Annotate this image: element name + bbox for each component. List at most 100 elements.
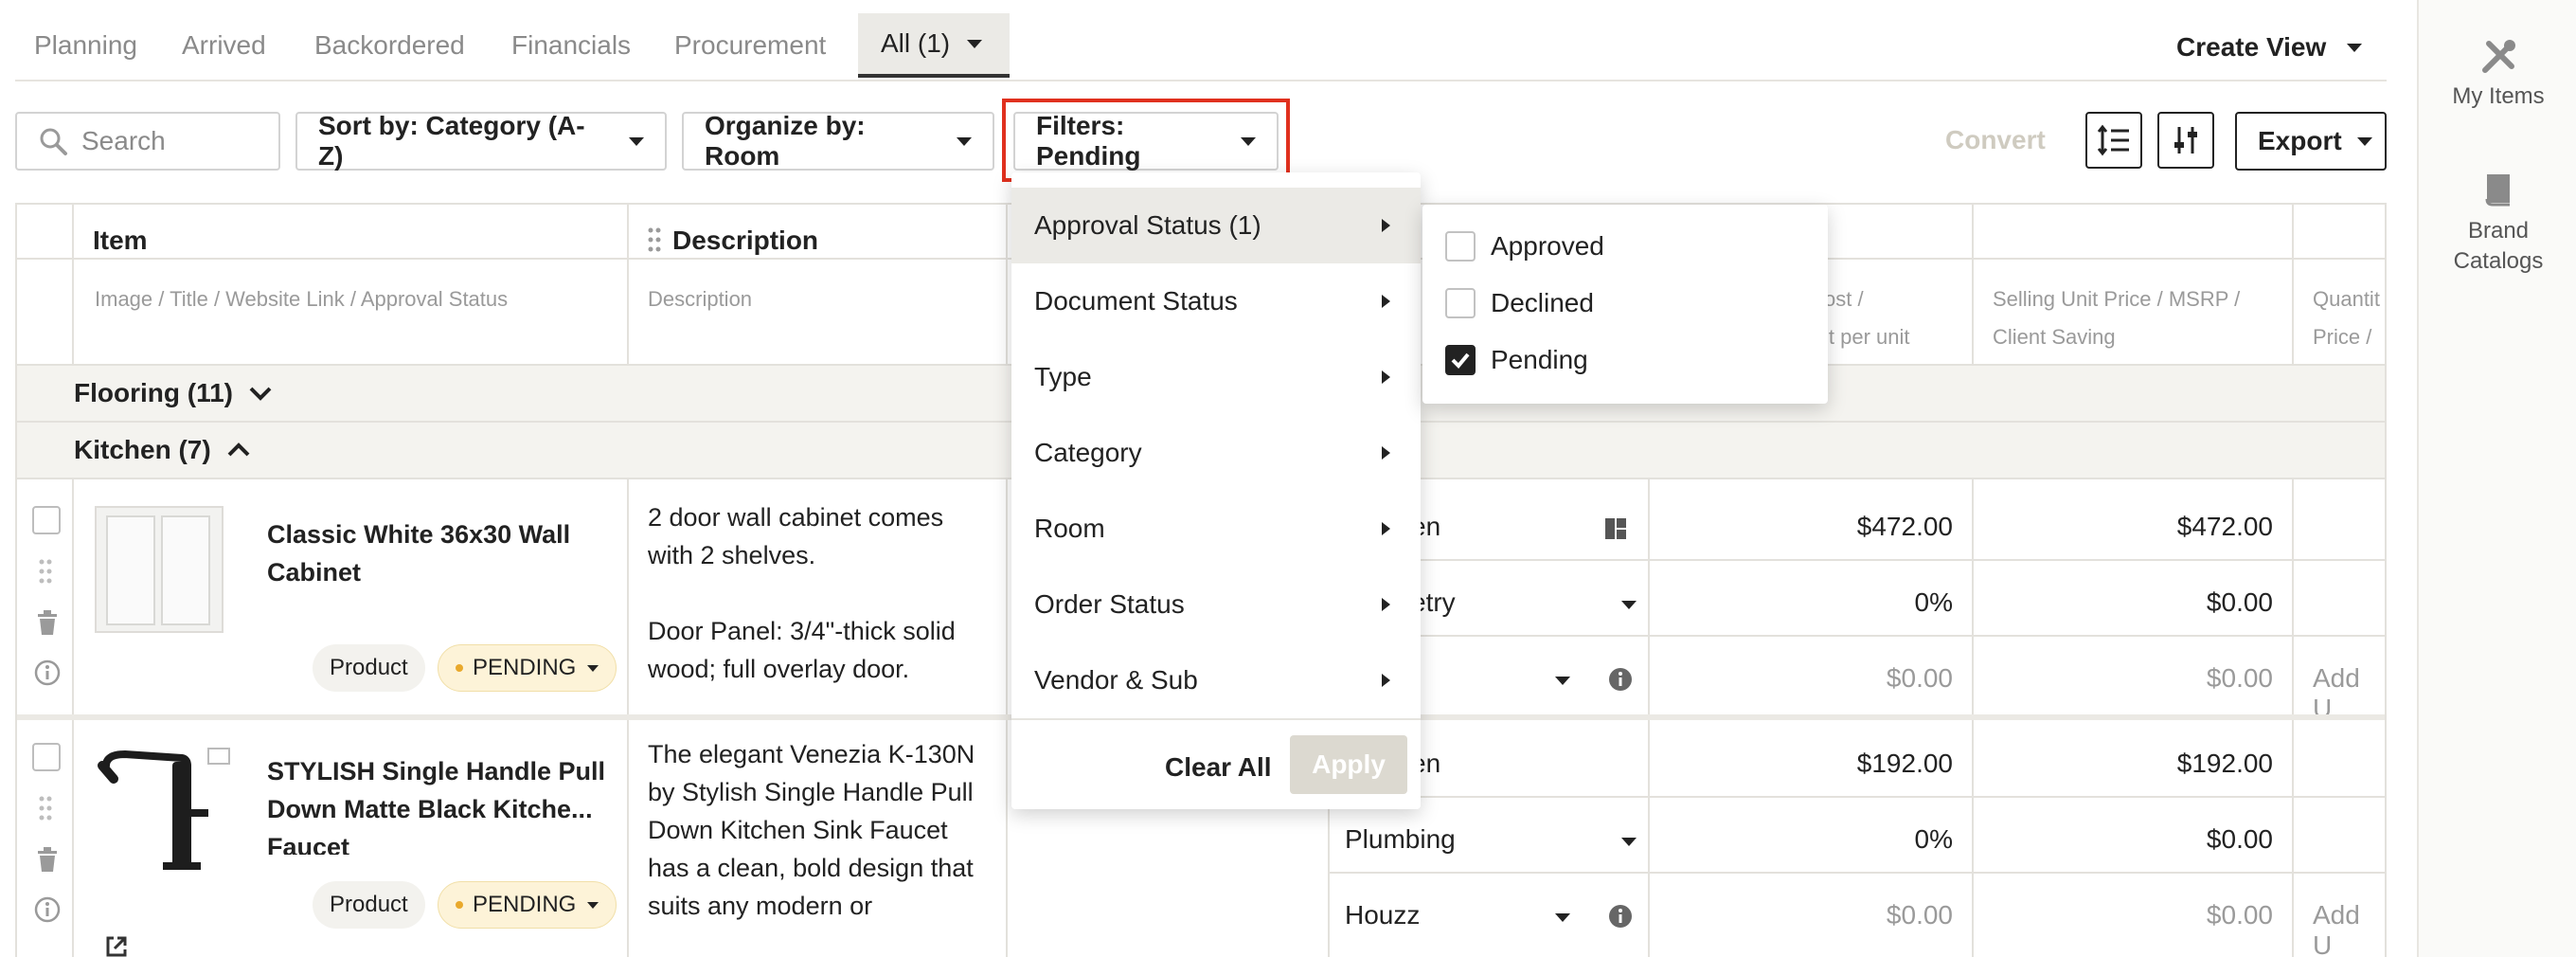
product-image[interactable] <box>97 741 239 883</box>
tab-planning[interactable]: Planning <box>34 13 137 78</box>
export-button[interactable]: Export <box>2235 112 2387 171</box>
search-icon <box>40 128 67 155</box>
selling-price-cell: $472.00 <box>2176 512 2273 541</box>
book-icon <box>2485 174 2510 207</box>
item-title-line1[interactable]: STYLISH Single Handle Pull <box>267 752 605 790</box>
tab-all[interactable]: All (1) <box>858 13 1010 78</box>
row-checkbox[interactable] <box>32 743 61 771</box>
my-items-button[interactable]: My Items <box>2419 38 2576 110</box>
filters-menu: Approval Status (1) Document Status Type… <box>1011 172 1421 809</box>
trash-icon[interactable] <box>36 610 59 640</box>
checkbox[interactable] <box>1445 288 1476 318</box>
chevron-down-icon <box>587 664 599 672</box>
external-link-icon[interactable] <box>104 934 129 957</box>
info-icon[interactable] <box>1608 904 1633 933</box>
brand-catalogs-label-1: Brand <box>2467 218 2530 244</box>
add-unit-link[interactable]: Add U <box>2313 900 2385 957</box>
chevron-down-icon[interactable] <box>1555 677 1570 685</box>
chevron-down-icon <box>967 39 983 48</box>
column-settings-button[interactable] <box>2157 112 2214 169</box>
description-line: Down Kitchen Sink Faucet <box>648 816 948 844</box>
menu-item-vendor-sub[interactable]: Vendor & Sub <box>1011 642 1421 718</box>
search-input[interactable]: Search <box>15 112 280 171</box>
chevron-right-icon <box>1382 674 1390 687</box>
chevron-down-icon <box>629 136 644 146</box>
tab-arrived[interactable]: Arrived <box>182 13 266 78</box>
type-badge: Product <box>313 881 425 929</box>
item-title-line1[interactable]: Classic White 36x30 Wall <box>267 515 570 553</box>
markup-cell[interactable]: 0% <box>1669 824 1953 855</box>
menu-item-label: Order Status <box>1034 589 1185 619</box>
item-title-line2[interactable]: Down Matte Black Kitche... <box>267 790 593 828</box>
subheader-qty-2: Price / <box>2313 325 2372 349</box>
option-label: Approved <box>1491 231 1604 261</box>
cost-cell: $192.00 <box>1856 749 1953 778</box>
drag-handle-icon[interactable] <box>38 559 53 588</box>
tabs-divider <box>15 80 2387 81</box>
header-item: Item <box>93 226 148 255</box>
line-spacing-icon <box>2097 124 2129 156</box>
option-label: Declined <box>1491 288 1594 317</box>
row-checkbox[interactable] <box>32 506 61 534</box>
menu-item-type[interactable]: Type <box>1011 339 1421 415</box>
markup-cell[interactable]: 0% <box>1669 587 1953 618</box>
subheader-description: Description <box>648 287 753 311</box>
option-declined[interactable]: Declined <box>1445 284 1594 322</box>
info-icon[interactable] <box>1608 667 1633 696</box>
status-badge[interactable]: PENDING <box>438 881 617 929</box>
description-line: Door Panel: 3/4"-thick solid <box>648 617 956 645</box>
grid-icon[interactable] <box>1604 517 1627 545</box>
trash-icon[interactable] <box>36 847 59 876</box>
menu-item-room[interactable]: Room <box>1011 491 1421 567</box>
subheader-cost-1: ost / <box>1824 287 1864 311</box>
item-title-line2[interactable]: Cabinet <box>267 553 361 591</box>
status-badge[interactable]: PENDING <box>438 644 617 692</box>
subheader-cost-2: it per unit <box>1824 325 1910 349</box>
category-cell[interactable]: Plumbing <box>1345 824 1456 855</box>
row-height-button[interactable] <box>2085 112 2142 169</box>
menu-divider <box>1011 718 1421 720</box>
checkbox-checked[interactable] <box>1445 345 1476 375</box>
checkbox[interactable] <box>1445 231 1476 262</box>
create-view-label: Create View <box>2176 32 2327 62</box>
drag-handle-icon[interactable] <box>38 796 53 825</box>
menu-item-label: Room <box>1034 514 1105 543</box>
description-line: suits any modern or <box>648 892 873 920</box>
chevron-down-icon[interactable] <box>1555 913 1570 922</box>
info-icon[interactable] <box>34 659 61 691</box>
chevron-right-icon <box>1382 295 1390 308</box>
menu-item-order-status[interactable]: Order Status <box>1011 567 1421 642</box>
option-approved[interactable]: Approved <box>1445 227 1604 265</box>
check-icon <box>1451 352 1470 369</box>
create-view-button[interactable]: Create View <box>2176 25 2363 70</box>
product-image[interactable] <box>95 506 224 633</box>
chevron-down-icon[interactable] <box>248 385 273 402</box>
brand-catalogs-button[interactable]: Brand Catalogs <box>2419 171 2576 277</box>
info-icon[interactable] <box>34 896 61 928</box>
chevron-down-icon[interactable] <box>1621 838 1637 846</box>
chevron-up-icon[interactable] <box>226 442 251 459</box>
chevron-right-icon <box>1382 370 1390 384</box>
tab-financials[interactable]: Financials <box>511 13 631 78</box>
apply-button[interactable]: Apply <box>1290 735 1407 794</box>
item-title-line3[interactable]: Faucet <box>267 828 349 855</box>
tab-backordered[interactable]: Backordered <box>314 13 465 78</box>
sort-dropdown[interactable]: Sort by: Category (A-Z) <box>295 111 667 171</box>
organize-label: Organize by: Room <box>705 111 866 171</box>
tab-procurement[interactable]: Procurement <box>674 13 826 78</box>
vendor-select[interactable]: Houzz <box>1345 900 1420 930</box>
drag-handle-icon[interactable] <box>648 227 661 257</box>
menu-item-category[interactable]: Category <box>1011 415 1421 491</box>
clear-all-button[interactable]: Clear All <box>1165 752 1272 783</box>
option-pending[interactable]: Pending <box>1445 341 1588 379</box>
menu-item-label: Vendor & Sub <box>1034 665 1198 695</box>
chevron-down-icon[interactable] <box>1621 601 1637 609</box>
convert-button[interactable]: Convert <box>1945 125 2046 155</box>
organize-dropdown[interactable]: Organize by: Room <box>682 111 994 171</box>
chevron-right-icon <box>1382 446 1390 460</box>
menu-item-approval-status[interactable]: Approval Status (1) <box>1011 188 1421 263</box>
menu-item-document-status[interactable]: Document Status <box>1011 263 1421 339</box>
filters-dropdown[interactable]: Filters: Pending <box>1013 111 1279 171</box>
chevron-right-icon <box>1382 522 1390 535</box>
right-sidebar: My Items Brand Catalogs <box>2417 0 2576 957</box>
